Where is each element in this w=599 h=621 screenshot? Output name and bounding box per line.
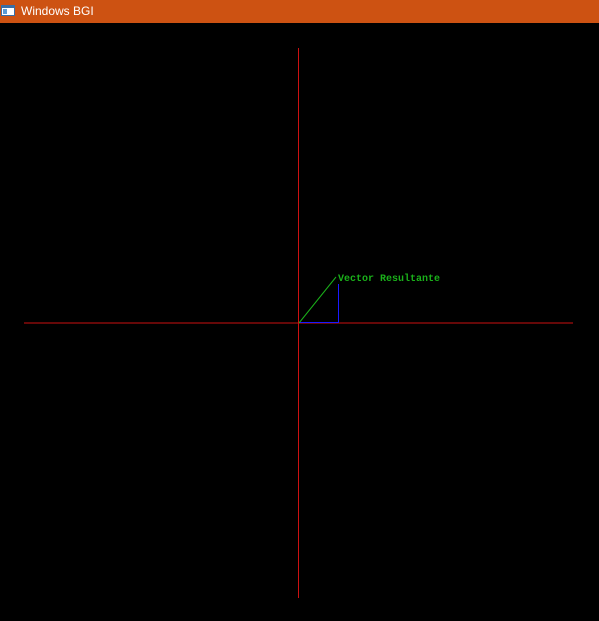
graphics-surface: Vector Resultante — [24, 48, 573, 598]
title-bar[interactable]: Windows BGI — [0, 0, 599, 23]
application-window-icon[interactable] — [1, 5, 15, 16]
resultant-vector-line — [298, 276, 337, 324]
window-title: Windows BGI — [21, 4, 94, 18]
graphics-canvas: Vector Resultante — [0, 23, 599, 621]
resultant-vector-label: Vector Resultante — [338, 273, 440, 285]
bgi-window: Windows BGI Vector Resultante — [0, 0, 599, 621]
